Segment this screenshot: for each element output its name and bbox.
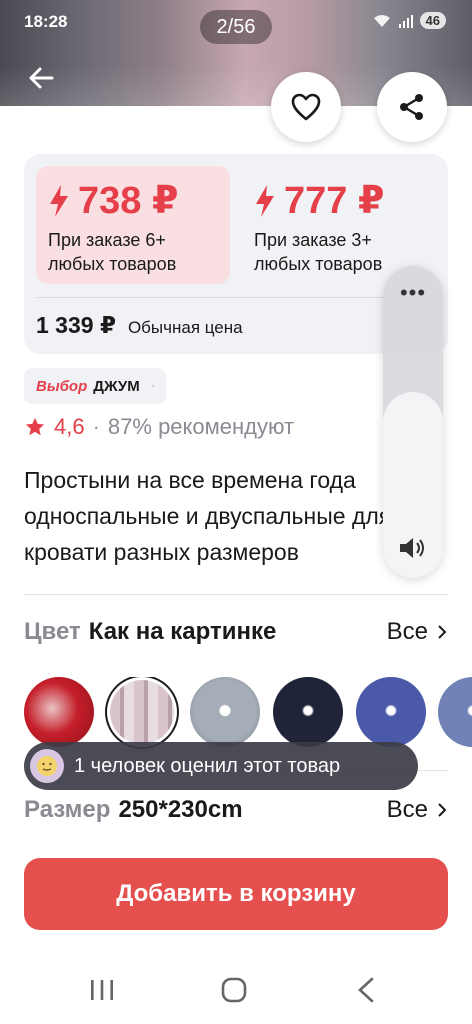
share-icon xyxy=(400,94,423,120)
color-selector-header: Цвет Как на картинке Все xyxy=(24,618,448,646)
size-selector-header: Размер 250*230cm Все xyxy=(24,796,448,824)
back-arrow-icon xyxy=(29,67,54,89)
tier-price: 738 ₽ xyxy=(48,178,218,224)
face-icon xyxy=(37,756,57,776)
rating-row[interactable]: 4,6 · 87% рекомендуют xyxy=(24,414,294,440)
color-swatches xyxy=(24,677,472,749)
brand-chip[interactable]: Выбор ДЖУМ xyxy=(24,368,166,404)
heart-icon xyxy=(291,93,321,121)
chevron-right-icon xyxy=(438,803,447,817)
signal-icon xyxy=(398,14,413,28)
rating-value: 4,6 xyxy=(54,414,85,439)
more-dots-icon[interactable]: ••• xyxy=(383,282,443,304)
chevron-right-icon xyxy=(152,384,154,388)
tier-price: 777 ₽ xyxy=(254,178,424,224)
size-label: Размер xyxy=(24,796,111,823)
tier-price-value: 777 ₽ xyxy=(284,180,385,222)
battery-indicator: 46 xyxy=(419,12,446,29)
color-swatch[interactable] xyxy=(273,677,343,747)
brand-prefix: Выбор xyxy=(36,377,88,395)
color-value: Как на картинке xyxy=(88,618,277,645)
product-page: 18:28 46 2/56 738 ₽ При заказе 6+ любых … xyxy=(0,0,472,1024)
color-label: Цвет xyxy=(24,618,81,645)
tier-price-value: 738 ₽ xyxy=(78,180,179,222)
regular-price-label: Обычная цена xyxy=(127,318,243,337)
price-tier-6plus[interactable]: 738 ₽ При заказе 6+ любых товаров xyxy=(36,166,230,284)
color-swatch[interactable] xyxy=(24,677,94,747)
volume-panel[interactable]: ••• xyxy=(383,266,443,578)
color-swatch[interactable] xyxy=(438,677,472,747)
chevron-right-icon xyxy=(438,625,447,639)
add-to-cart-button[interactable]: Добавить в корзину xyxy=(24,858,448,930)
brand-name: ДЖУМ xyxy=(93,377,140,395)
status-time: 18:28 xyxy=(24,12,68,31)
rating-separator: · xyxy=(92,414,100,439)
share-button[interactable] xyxy=(377,72,447,142)
regular-price: 1 339 ₽ Обычная цена xyxy=(36,312,243,339)
speaker-icon xyxy=(400,538,424,558)
image-counter: 2/56 xyxy=(200,10,272,44)
price-divider xyxy=(36,297,436,298)
user-avatar xyxy=(30,749,64,783)
lightning-icon xyxy=(256,185,274,217)
color-swatch[interactable] xyxy=(190,677,260,747)
favorite-button[interactable] xyxy=(271,72,341,142)
wifi-icon xyxy=(373,14,390,27)
color-all-label: Все xyxy=(386,618,428,645)
nav-back-icon[interactable] xyxy=(346,974,386,1006)
system-nav-bar xyxy=(0,956,472,1024)
size-all-label: Все xyxy=(386,796,428,823)
size-all-button[interactable]: Все xyxy=(387,796,448,824)
star-icon xyxy=(25,417,45,436)
home-icon[interactable] xyxy=(214,974,254,1006)
status-icons: 46 xyxy=(372,12,446,29)
color-all-button[interactable]: Все xyxy=(387,618,448,646)
regular-price-value: 1 339 ₽ xyxy=(36,312,116,338)
rating-toast: 1 человек оценил этот товар xyxy=(24,742,418,790)
color-swatch[interactable] xyxy=(356,677,426,747)
lightning-icon xyxy=(50,185,68,217)
recent-apps-icon[interactable] xyxy=(82,974,122,1006)
recommend-percent: 87% рекомендуют xyxy=(107,414,295,439)
size-value: 250*230cm xyxy=(118,796,243,823)
divider xyxy=(24,594,448,595)
tier-condition: При заказе 6+ любых товаров xyxy=(48,230,177,274)
back-button[interactable] xyxy=(22,58,62,98)
color-swatch-selected[interactable] xyxy=(110,680,174,744)
toast-text: 1 человек оценил этот товар xyxy=(74,754,341,777)
